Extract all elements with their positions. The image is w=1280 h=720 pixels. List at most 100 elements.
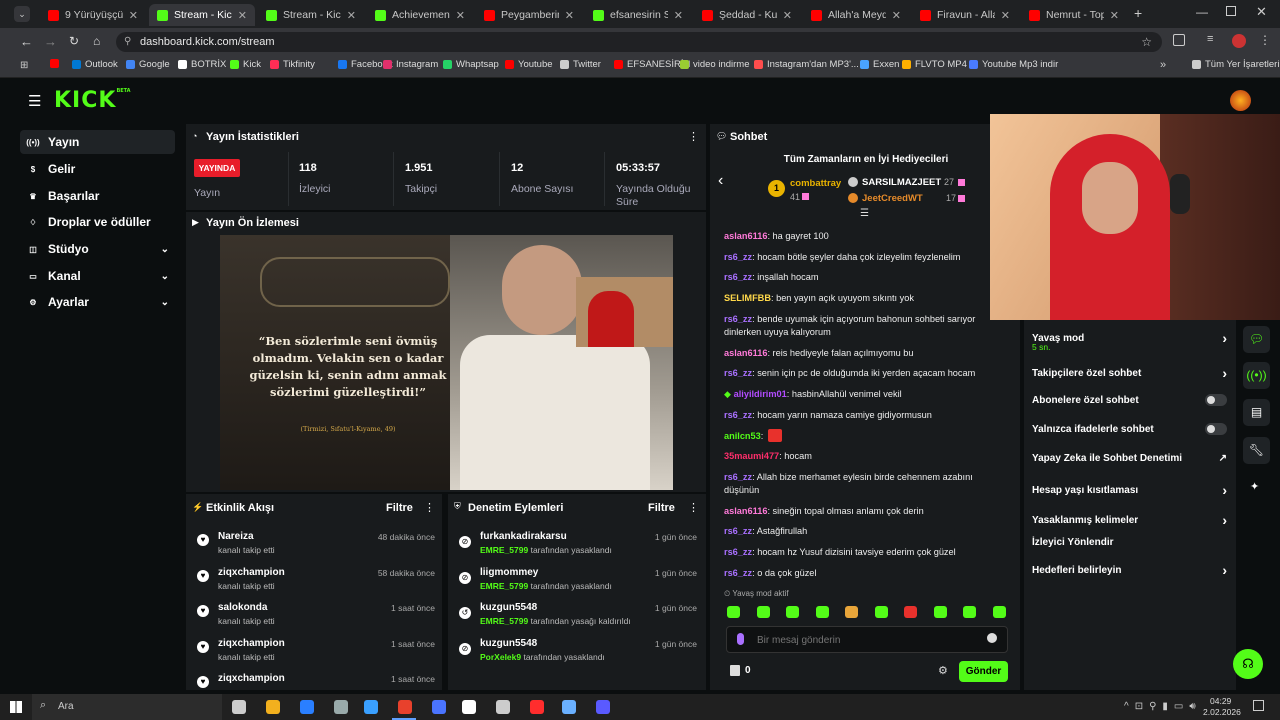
sidebar-item[interactable]: ⚙ Ayarlar ⌄ bbox=[20, 290, 175, 314]
chat-username[interactable]: aslan6116 bbox=[724, 231, 767, 241]
bookmark-item[interactable]: Kick bbox=[230, 59, 261, 70]
sidebar-item[interactable]: $ Gelir bbox=[20, 157, 175, 181]
emote-icon[interactable] bbox=[963, 606, 976, 618]
taskbar-app-icon[interactable] bbox=[562, 700, 576, 714]
chat-setting-row[interactable]: Hedefleri belirleyin › bbox=[1032, 562, 1227, 578]
emoji-picker-icon[interactable] bbox=[987, 633, 997, 643]
browser-tab[interactable]: Şeddad - Kur'an' ✕ bbox=[694, 4, 800, 26]
moderator-name[interactable]: EMRE_5799 bbox=[480, 545, 528, 555]
reload-icon[interactable]: ↻ bbox=[69, 34, 79, 48]
emote-icon[interactable] bbox=[756, 606, 770, 618]
apps-icon[interactable]: ⊞ bbox=[20, 60, 28, 71]
chat-username[interactable]: SELIMFBB bbox=[724, 293, 771, 303]
bookmark-item[interactable]: Google bbox=[126, 59, 170, 70]
moderation-menu-icon[interactable]: ⋮ bbox=[688, 501, 699, 514]
close-tab-icon[interactable]: ✕ bbox=[565, 9, 574, 22]
user-avatar[interactable] bbox=[1230, 90, 1251, 111]
sidebar-item[interactable]: ♛ Başarılar bbox=[20, 184, 175, 208]
close-tab-icon[interactable]: ✕ bbox=[1001, 9, 1010, 22]
browser-tab[interactable]: Firavun - Allah'a ✕ bbox=[912, 4, 1018, 26]
moderated-user[interactable]: furkankadirakarsu bbox=[480, 531, 567, 542]
wrench-tool-button[interactable]: 🔧︎ bbox=[1243, 437, 1270, 464]
browser-tab[interactable]: Nemrut - Topal S ✕ bbox=[1021, 4, 1127, 26]
setting-toggle[interactable] bbox=[1205, 423, 1227, 435]
bookmark-item[interactable]: Youtube bbox=[505, 59, 553, 70]
gifter-name-2[interactable]: SARSILMAZJEET bbox=[862, 177, 941, 188]
stats-menu-icon[interactable]: ⋮ bbox=[688, 130, 699, 143]
more-bookmarks-icon[interactable]: » bbox=[1160, 59, 1166, 71]
bookmark-item[interactable]: Youtube Mp3 indir bbox=[969, 59, 1058, 70]
all-bookmarks[interactable]: Tüm Yer İşaretleri bbox=[1192, 59, 1279, 70]
browser-tab[interactable]: Stream - Kick Das ✕ bbox=[258, 4, 364, 26]
kick-logo[interactable]: KICKBETA bbox=[54, 88, 131, 113]
moderated-user[interactable]: liigmommey bbox=[480, 567, 538, 578]
bookmark-item[interactable]: Instagram'dan MP3'... bbox=[754, 59, 859, 70]
moderator-name[interactable]: PorXelek9 bbox=[480, 652, 521, 662]
emote-icon[interactable] bbox=[815, 606, 829, 618]
close-tab-icon[interactable]: ✕ bbox=[238, 9, 247, 22]
taskbar-app-icon[interactable] bbox=[334, 700, 348, 714]
chat-setting-row[interactable]: Yavaş mod › bbox=[1032, 330, 1227, 346]
chat-setting-row[interactable]: Abonelere özel sohbet bbox=[1032, 394, 1227, 406]
close-tab-icon[interactable]: ✕ bbox=[347, 9, 356, 22]
taskbar-app-icon[interactable] bbox=[530, 700, 544, 714]
taskbar-app-icon[interactable] bbox=[596, 700, 610, 714]
bookmark-item[interactable]: Outlook bbox=[72, 59, 118, 70]
chat-username[interactable]: aslan6116 bbox=[724, 506, 767, 516]
chat-setting-row[interactable]: Hesap yaşı kısıtlaması › bbox=[1032, 482, 1227, 498]
extensions-icon[interactable] bbox=[1173, 34, 1185, 46]
bookmark-item[interactable]: Whaptsap bbox=[443, 59, 499, 70]
close-tab-icon[interactable]: ✕ bbox=[1110, 9, 1119, 22]
taskbar-date[interactable]: 2.02.2026 bbox=[1203, 707, 1241, 717]
start-button[interactable] bbox=[10, 701, 22, 713]
moderated-user[interactable]: kuzgun5548 bbox=[480, 602, 537, 613]
chat-username[interactable]: aliyildirim01 bbox=[734, 389, 787, 399]
bookmark-youtube-icon[interactable] bbox=[50, 59, 59, 68]
taskbar-search[interactable]: ⌕ Ara bbox=[32, 694, 222, 720]
activity-user[interactable]: ziqxchampion bbox=[218, 673, 285, 684]
layout-tool-button[interactable]: ▤ bbox=[1243, 399, 1270, 426]
close-tab-icon[interactable]: ✕ bbox=[892, 9, 901, 22]
sidebar-item[interactable]: ♢ Droplar ve ödüller bbox=[20, 210, 175, 234]
chat-input[interactable] bbox=[726, 626, 1008, 653]
emote-icon[interactable] bbox=[992, 606, 1006, 618]
chat-username[interactable]: rs6_zz bbox=[724, 547, 752, 557]
bookmark-item[interactable]: Tikfinity bbox=[270, 59, 315, 70]
chat-setting-row[interactable]: İzleyici Yönlendir bbox=[1032, 537, 1227, 548]
taskbar-app-icon[interactable] bbox=[300, 700, 314, 714]
bookmark-item[interactable]: Twitter bbox=[560, 59, 601, 70]
bookmark-item[interactable]: FLVTO MP4 bbox=[902, 59, 967, 70]
gifter-name-3[interactable]: JeetCreedWT bbox=[862, 193, 923, 204]
browser-tab[interactable]: Peygamberin ✕ bbox=[476, 4, 582, 26]
activity-user[interactable]: ziqxchampion bbox=[218, 638, 285, 649]
browser-tab[interactable]: 9 Yürüyüşçünün G ✕ bbox=[40, 4, 146, 26]
minimize-button[interactable]: — bbox=[1196, 5, 1208, 19]
taskbar-app-icon[interactable] bbox=[462, 700, 476, 714]
bookmark-item[interactable]: EFSANESİRİN bbox=[614, 59, 690, 70]
moderator-name[interactable]: EMRE_5799 bbox=[480, 581, 528, 591]
taskbar-app-icon[interactable] bbox=[232, 700, 246, 714]
notifications-icon[interactable] bbox=[1253, 700, 1264, 711]
bookmark-item[interactable]: video indirme bbox=[680, 59, 750, 70]
setting-toggle[interactable] bbox=[1205, 394, 1227, 406]
back-icon[interactable]: ← bbox=[20, 34, 33, 49]
chat-setting-row[interactable]: Yalnızca ifadelerle sohbet bbox=[1032, 423, 1227, 435]
activity-menu-icon[interactable]: ⋮ bbox=[424, 501, 435, 514]
chat-username[interactable]: aslan6116 bbox=[724, 348, 767, 358]
moderator-name[interactable]: EMRE_5799 bbox=[480, 616, 528, 626]
new-tab-button[interactable]: + bbox=[1134, 5, 1142, 21]
chat-setting-row[interactable]: Takipçilere özel sohbet › bbox=[1032, 365, 1227, 381]
home-icon[interactable]: ⌂ bbox=[93, 34, 100, 48]
chat-username[interactable]: rs6_zz bbox=[724, 472, 752, 482]
browser-tab[interactable]: Stream - Kick Das ✕ bbox=[149, 4, 255, 26]
taskbar-app-icon[interactable] bbox=[364, 700, 378, 714]
chat-setting-row[interactable]: Yasaklanmış kelimeler › bbox=[1032, 512, 1227, 528]
chat-username[interactable]: anilcn53 bbox=[724, 431, 761, 441]
send-button[interactable]: Gönder bbox=[959, 661, 1008, 682]
sidebar-item[interactable]: ◫ Stüdyo ⌄ bbox=[20, 237, 175, 261]
hamburger-menu-icon[interactable]: ☰ bbox=[28, 92, 41, 110]
taskbar-app-icon[interactable] bbox=[266, 700, 280, 714]
chat-username[interactable]: rs6_zz bbox=[724, 410, 752, 420]
activity-user[interactable]: Nareiza bbox=[218, 531, 254, 542]
profile-avatar[interactable] bbox=[1232, 34, 1246, 48]
